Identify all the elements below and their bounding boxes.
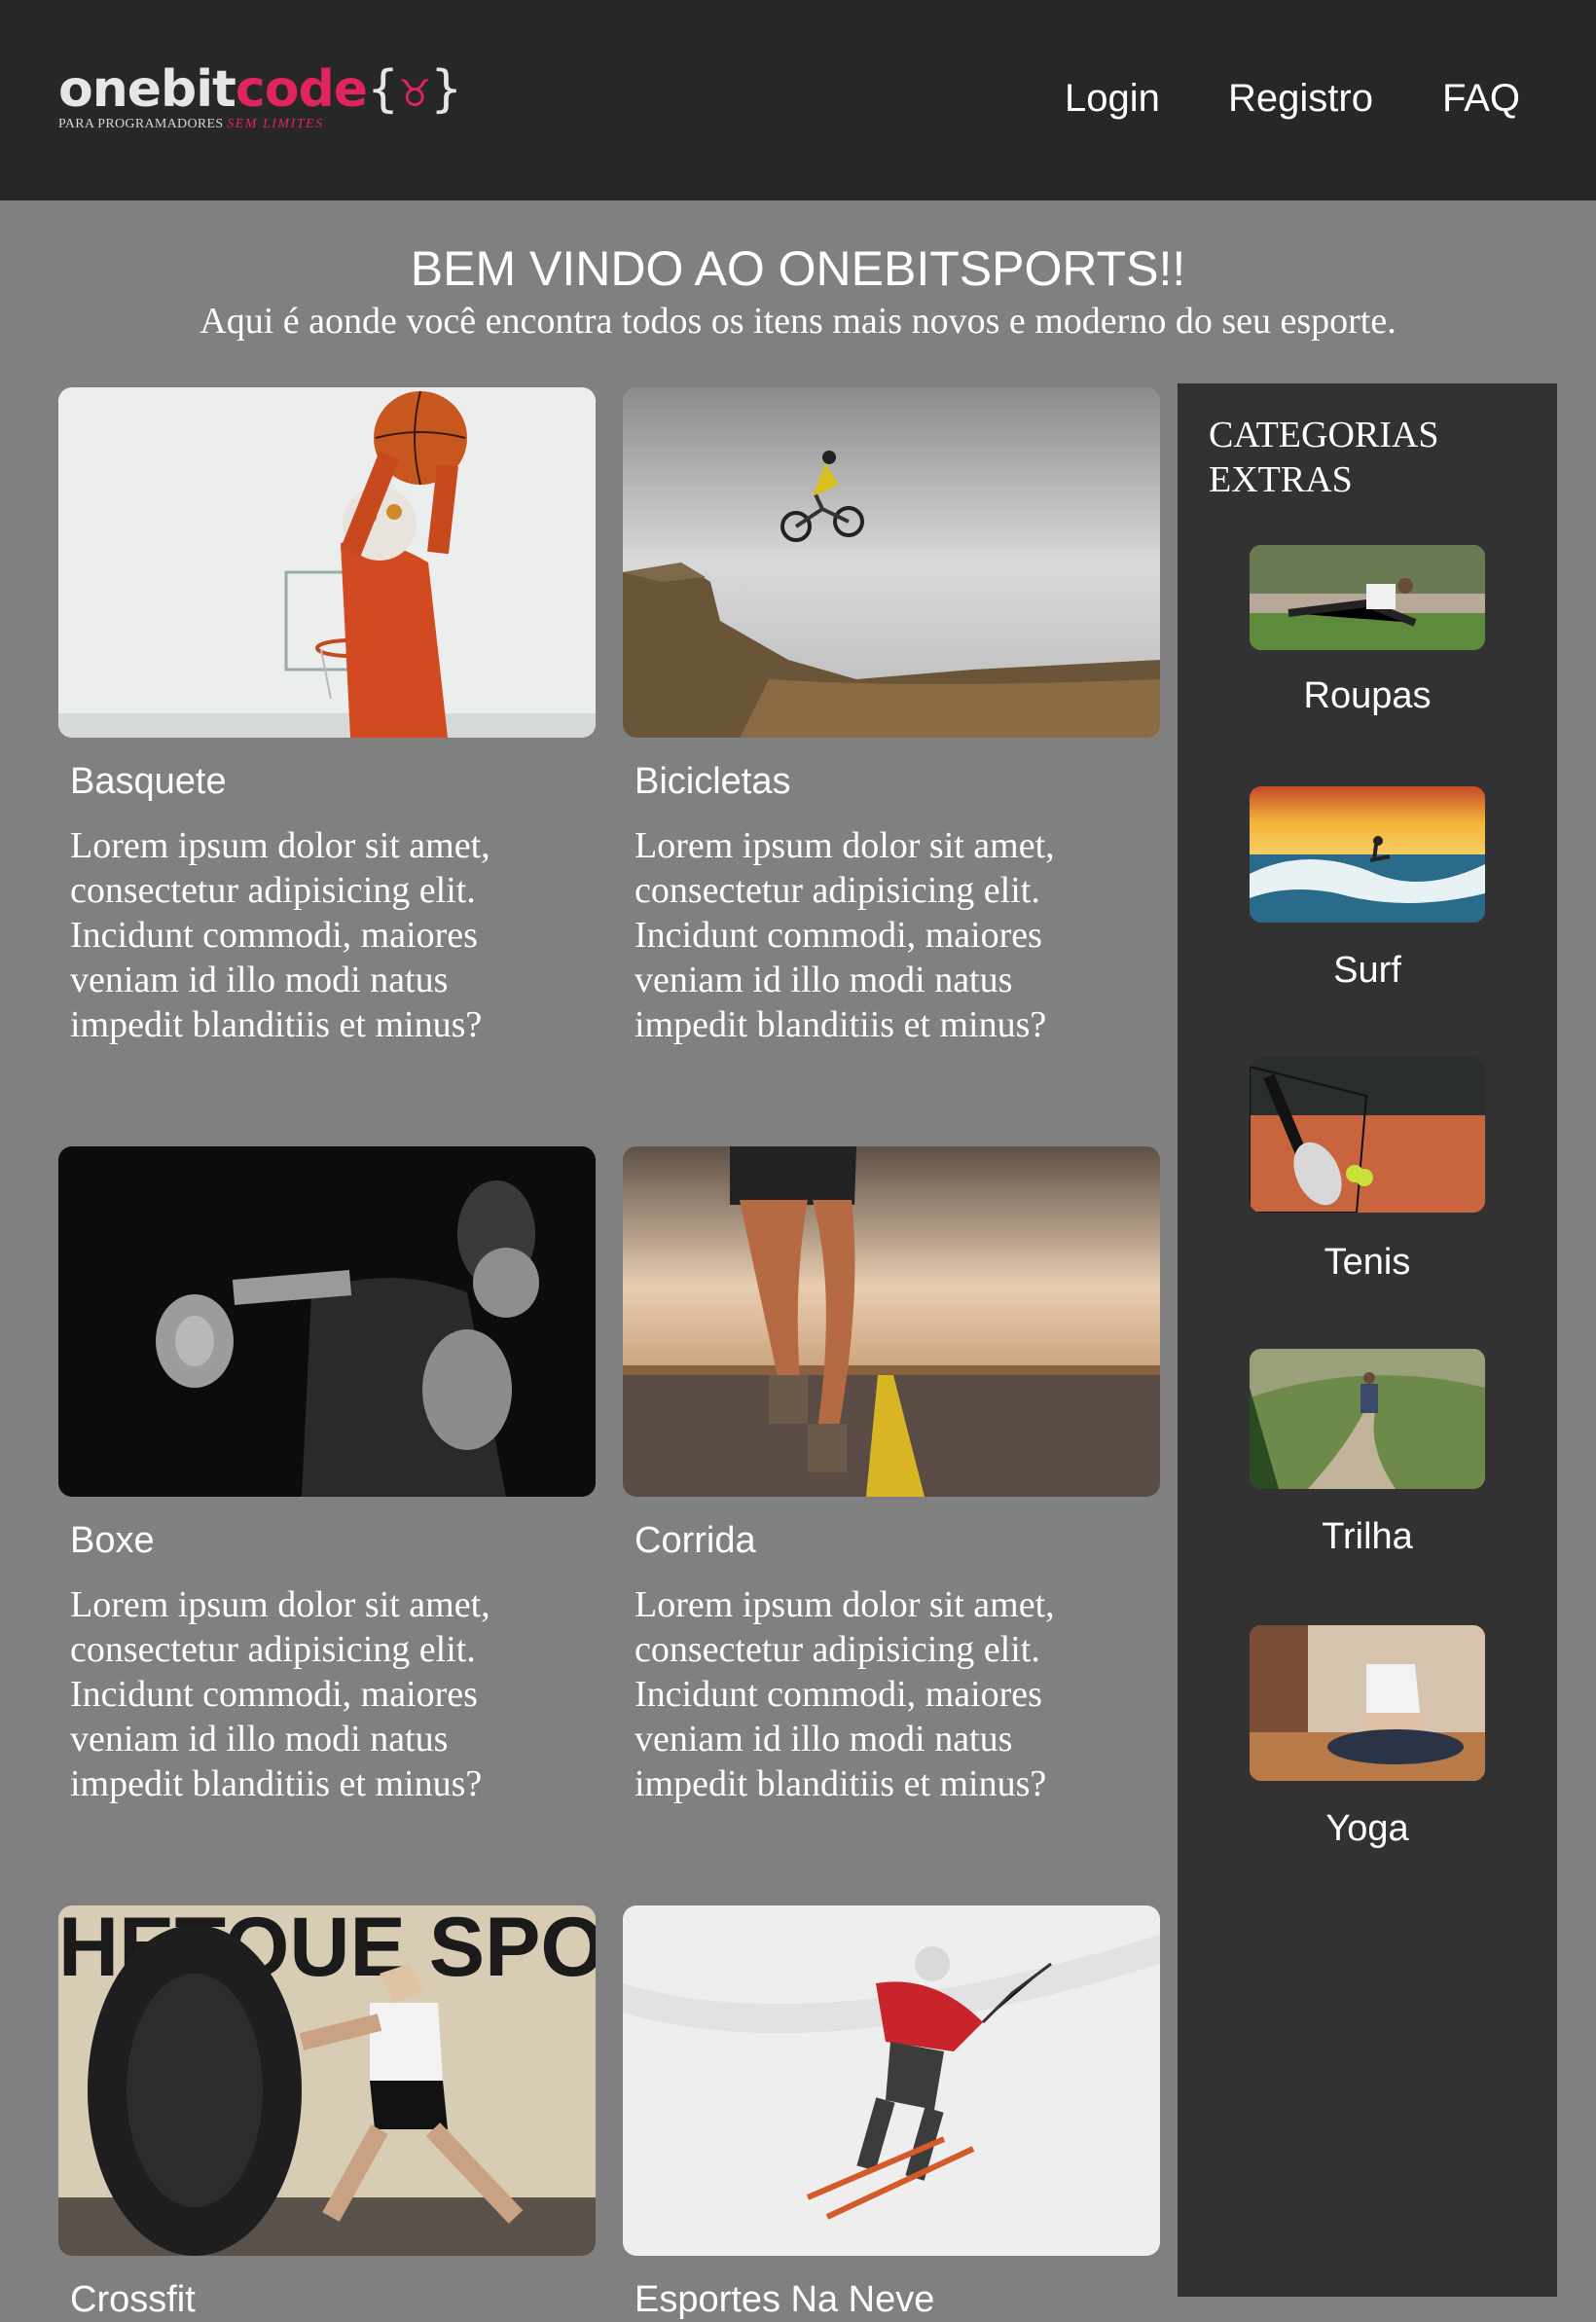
rock-horns-icon: ♉ (398, 72, 431, 115)
card-text: Lorem ipsum dolor sit amet, consectetur … (635, 1584, 1055, 1804)
sidebar-item-label: Tenis (1324, 1242, 1411, 1283)
basketball-photo[interactable] (58, 387, 596, 738)
sidebar-title: CATEGORIAS EXTRAS (1209, 415, 1439, 500)
card-text: Lorem ipsum dolor sit amet, consectetur … (635, 825, 1055, 1045)
page-title: BEM VINDO AO ONEBITSPORTS!! (410, 241, 1186, 296)
bike-jump-photo[interactable] (623, 387, 1160, 738)
trail-photo[interactable] (1250, 1349, 1485, 1489)
ski-photo[interactable] (623, 1905, 1160, 2256)
crossfit-photo[interactable]: HETOUE SPOT (58, 1905, 596, 2256)
sidebar-categorias-extras: CATEGORIAS EXTRAS Roupas Surf Tenis Tril… (1178, 383, 1557, 2297)
card-basquete[interactable]: Basquete Lorem ipsum dolor sit amet, con… (58, 387, 596, 1045)
sidebar-item-label: Yoga (1325, 1808, 1409, 1849)
nav-registro-link[interactable]: Registro (1228, 74, 1373, 123)
card-bicicletas[interactable]: Bicicletas Lorem ipsum dolor sit amet, c… (623, 387, 1160, 1045)
page-subtitle: Aqui é aonde você encontra todos os iten… (200, 301, 1396, 342)
nav-faq-link[interactable]: FAQ (1442, 74, 1520, 123)
card-text: Lorem ipsum dolor sit amet, consectetur … (70, 825, 490, 1045)
site-header: onebitcode{♉} PARA PROGRAMADORES SEM LIM… (0, 0, 1596, 200)
sidebar-item-label: Roupas (1303, 675, 1432, 716)
sidebar-item-label: Trilha (1322, 1516, 1413, 1557)
card-title: Basquete (70, 761, 227, 802)
card-title: Bicicletas (635, 761, 791, 802)
card-boxe[interactable]: Boxe Lorem ipsum dolor sit amet, consect… (58, 1146, 596, 1804)
card-crossfit[interactable]: HETOUE SPOT Crossfit (58, 1905, 596, 2320)
card-text: Lorem ipsum dolor sit amet, consectetur … (70, 1584, 490, 1804)
card-title: Boxe (70, 1520, 155, 1561)
logo-tagline: PARA PROGRAMADORES SEM LIMITES (58, 117, 324, 131)
card-title: Crossfit (70, 2279, 196, 2320)
card-esportes-na-neve[interactable]: Esportes Na Neve (623, 1905, 1160, 2320)
card-corrida[interactable]: Corrida Lorem ipsum dolor sit amet, cons… (623, 1146, 1160, 1804)
boxing-photo[interactable] (58, 1146, 596, 1497)
yoga-photo[interactable] (1250, 1625, 1485, 1781)
tennis-photo[interactable] (1250, 1057, 1485, 1213)
nav-login-link[interactable]: Login (1065, 74, 1160, 123)
onebitcode-logo[interactable]: onebitcode{♉} PARA PROGRAMADORES SEM LIM… (58, 58, 462, 146)
workout-photo[interactable] (1250, 545, 1485, 650)
card-title: Corrida (635, 1520, 756, 1561)
sidebar-item-label: Surf (1333, 950, 1401, 991)
surf-photo[interactable] (1250, 786, 1485, 923)
running-photo[interactable] (623, 1146, 1160, 1497)
card-title: Esportes Na Neve (635, 2279, 935, 2320)
logo-wordmark: onebitcode{♉} (58, 60, 462, 119)
